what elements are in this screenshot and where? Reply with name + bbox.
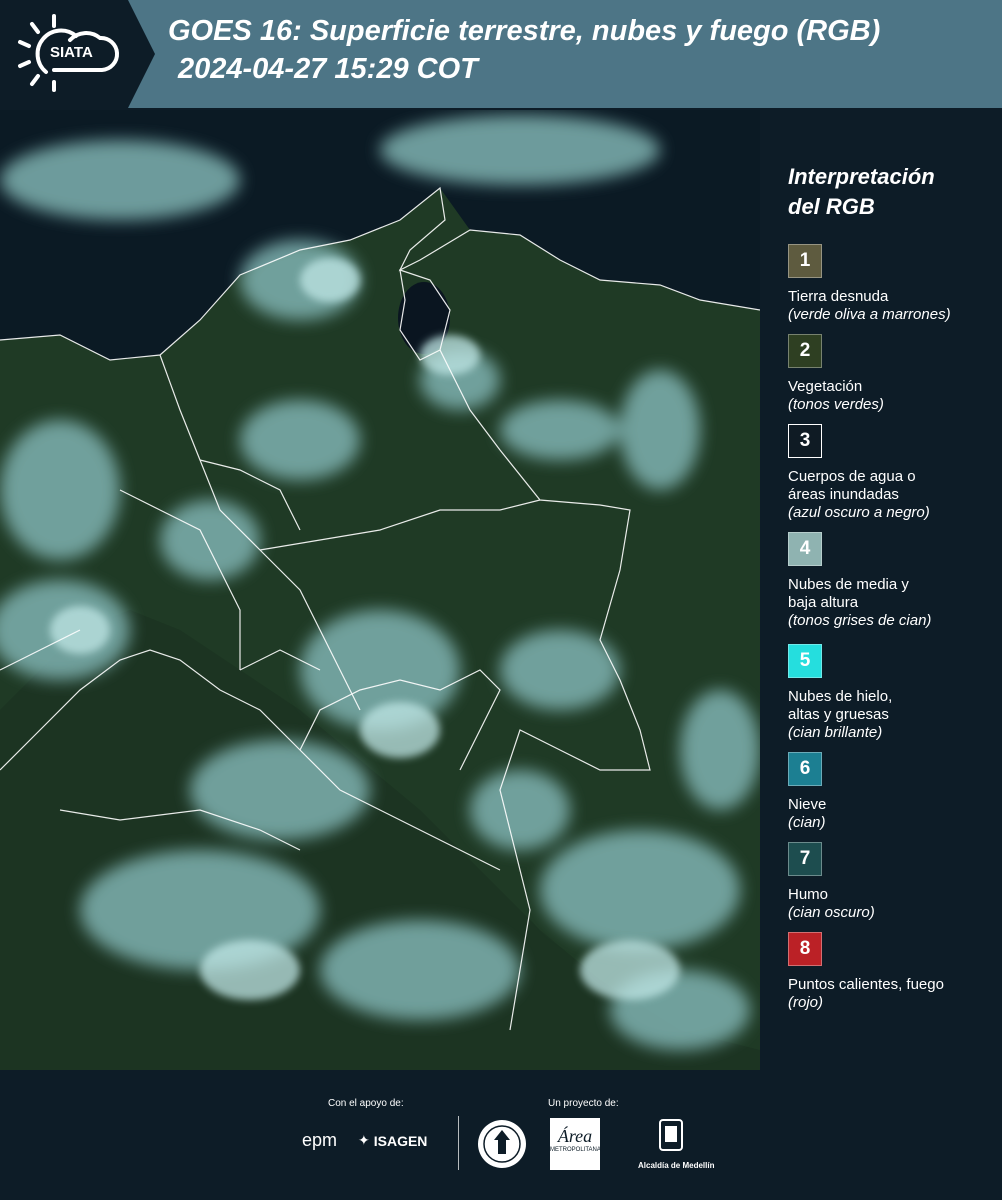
legend-sublabel: (verde oliva a marrones) xyxy=(788,306,951,323)
legend-label-text: Vegetación xyxy=(788,378,863,395)
footer-divider xyxy=(458,1116,459,1170)
legend-label: Tierra desnuda (verde oliva a marrones) xyxy=(788,288,998,324)
page-title: GOES 16: Superficie terrestre, nubes y f… xyxy=(168,12,880,88)
legend-number: 5 xyxy=(799,650,811,671)
area-logo-subtext: METROPOLITANA xyxy=(550,1147,601,1153)
support-label: Con el apoyo de: xyxy=(328,1098,404,1109)
legend-item-smoke: 7 Humo (cian oscuro) xyxy=(788,842,998,922)
isagen-star-icon: ✦ xyxy=(358,1132,370,1148)
legend-label-text: Humo xyxy=(788,886,829,903)
siata-logo-text: SIATA xyxy=(50,44,93,61)
isagen-logo: ✦ ISAGEN xyxy=(358,1132,427,1149)
legend-label-text: Tierra desnuda xyxy=(788,288,889,305)
area-metropolitana-logo: Área METROPOLITANA xyxy=(550,1118,601,1170)
coat-of-arms-icon xyxy=(659,1119,683,1151)
legend-swatch: 8 xyxy=(788,932,822,966)
legend-label: Nieve (cian) xyxy=(788,796,998,832)
legend-title: Interpretación del RGB xyxy=(788,162,935,222)
isagen-logo-text: ISAGEN xyxy=(373,1132,428,1149)
legend-label-text: Cuerpos de agua o xyxy=(788,468,916,485)
title-line-2: 2024-04-27 15:29 COT xyxy=(178,53,478,85)
legend-item-ice-clouds: 5 Nubes de hielo, altas y gruesas (cian … xyxy=(788,644,998,742)
legend-label: Nubes de media y baja altura (tonos gris… xyxy=(788,576,998,630)
legend-label: Vegetación (tonos verdes) xyxy=(788,378,998,414)
legend-number: 7 xyxy=(799,848,811,869)
legend-item-low-clouds: 4 Nubes de media y baja altura (tonos gr… xyxy=(788,532,998,630)
legend-label-text: Nieve xyxy=(788,796,827,813)
legend-number: 1 xyxy=(799,250,811,271)
title-line-1: GOES 16: Superficie terrestre, nubes y f… xyxy=(168,15,881,47)
legend-panel: Interpretación del RGB 1 Tierra desnuda … xyxy=(760,110,1002,1070)
legend-number: 8 xyxy=(799,938,811,959)
satellite-map xyxy=(0,110,760,1070)
legend-sublabel: (tonos verdes) xyxy=(788,396,884,413)
alcaldia-text: Alcaldía de Medellín xyxy=(638,1161,715,1170)
legend-label: Cuerpos de agua o áreas inundadas (azul … xyxy=(788,468,998,522)
legend-label: Humo (cian oscuro) xyxy=(788,886,998,922)
header: SIATA GOES 16: Superficie terrestre, nub… xyxy=(0,0,1002,108)
legend-number: 6 xyxy=(799,758,811,779)
legend-sublabel: (cian oscuro) xyxy=(788,904,875,921)
legend-swatch: 4 xyxy=(788,532,822,566)
university-emblem-icon xyxy=(478,1120,526,1168)
legend-label: Nubes de hielo, altas y gruesas (cian br… xyxy=(788,688,998,742)
project-label: Un proyecto de: xyxy=(548,1098,619,1109)
legend-sublabel: (rojo) xyxy=(788,994,824,1011)
siata-logo: SIATA xyxy=(14,14,126,94)
legend-item-bare-soil: 1 Tierra desnuda (verde oliva a marrones… xyxy=(788,244,998,324)
legend-label-text: Nubes de hielo, xyxy=(788,688,893,705)
legend-label-text: Puntos calientes, fuego xyxy=(788,976,944,993)
legend-sublabel: (cian) xyxy=(788,814,826,831)
legend-swatch: 1 xyxy=(788,244,822,278)
legend-sublabel: (cian brillante) xyxy=(788,724,883,741)
legend-number: 3 xyxy=(799,430,811,451)
footer: Con el apoyo de: Un proyecto de: epm ✦ I… xyxy=(0,1070,1002,1200)
legend-number: 4 xyxy=(799,538,811,559)
legend-swatch: 7 xyxy=(788,842,822,876)
legend-swatch: 6 xyxy=(788,752,822,786)
legend-item-water: 3 Cuerpos de agua o áreas inundadas (azu… xyxy=(788,424,998,522)
legend-sublabel: (azul oscuro a negro) xyxy=(788,504,930,521)
legend-label-text: Nubes de media y xyxy=(788,576,909,593)
legend-sublabel: (tonos grises de cian) xyxy=(788,612,932,629)
legend-swatch: 5 xyxy=(788,644,822,678)
legend-label: Puntos calientes, fuego (rojo) xyxy=(788,976,998,1012)
satellite-image xyxy=(0,110,760,1070)
area-logo-text: Área xyxy=(557,1126,593,1146)
legend-title-line-2: del RGB xyxy=(788,194,875,219)
legend-item-snow: 6 Nieve (cian) xyxy=(788,752,998,832)
epm-logo: epm xyxy=(302,1130,338,1150)
legend-title-line-1: Interpretación xyxy=(788,164,935,189)
legend-item-vegetation: 2 Vegetación (tonos verdes) xyxy=(788,334,998,414)
legend-swatch: 2 xyxy=(788,334,822,368)
legend-label-text-2: baja altura xyxy=(788,594,859,611)
legend-item-fire: 8 Puntos calientes, fuego (rojo) xyxy=(788,932,998,1012)
legend-label-text-2: áreas inundadas xyxy=(788,486,899,503)
legend-label-text-2: altas y gruesas xyxy=(788,706,889,723)
legend-swatch: 3 xyxy=(788,424,822,458)
legend-number: 2 xyxy=(799,340,811,361)
alcaldia-logo: Alcaldía de Medellín xyxy=(638,1118,715,1174)
